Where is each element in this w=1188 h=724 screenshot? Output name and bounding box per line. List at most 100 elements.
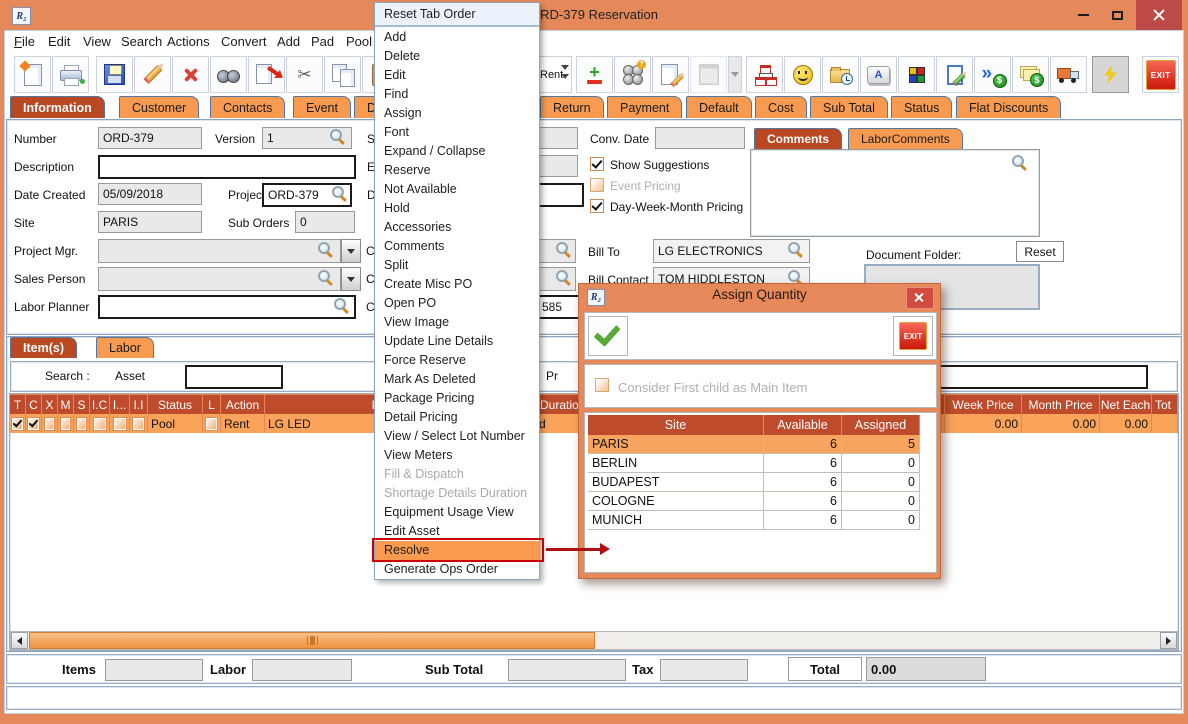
search-icon[interactable] (556, 270, 573, 287)
shortcut-key-button[interactable] (860, 56, 897, 93)
asset-search-input[interactable] (185, 365, 283, 389)
comments-search-icon[interactable] (1012, 155, 1029, 172)
project-mgr-field[interactable] (98, 239, 341, 263)
hierarchy-button[interactable] (746, 56, 783, 93)
assigned-cell[interactable]: 0 (842, 473, 920, 492)
conv-date-field[interactable] (655, 127, 745, 149)
menu-item-force-reserve[interactable]: Force Reserve (375, 351, 539, 370)
dialog-ok-button[interactable] (588, 316, 628, 356)
net-each-cell[interactable]: 0.00 (1100, 414, 1152, 433)
menu-item-reset-tab-order[interactable]: Reset Tab Order (375, 3, 539, 27)
available-cell[interactable]: 6 (764, 473, 842, 492)
menu-item-update-line-details[interactable]: Update Line Details (375, 332, 539, 351)
menu-file[interactable]: File (14, 34, 35, 49)
tab-cost[interactable]: Cost (755, 96, 807, 118)
assigned-column-header[interactable]: Assigned (842, 415, 920, 435)
sales-person-search-icon[interactable] (318, 270, 335, 287)
notes-button[interactable] (652, 56, 689, 93)
add-remove-button[interactable] (576, 56, 613, 93)
tab-default[interactable]: Default (686, 96, 752, 118)
scroll-left-button[interactable] (11, 632, 28, 649)
available-cell[interactable]: 6 (764, 511, 842, 530)
sales-person-dropdown[interactable] (341, 267, 361, 291)
column-header[interactable]: Month Price (1022, 394, 1100, 414)
menu-item-equipment-usage-view[interactable]: Equipment Usage View (375, 503, 539, 522)
row-checkbox[interactable] (12, 418, 23, 430)
assigned-cell[interactable]: 0 (842, 492, 920, 511)
row-checkbox[interactable] (133, 418, 144, 430)
menu-item-accessories[interactable]: Accessories (375, 218, 539, 237)
menu-item-generate-ops-order[interactable]: Generate Ops Order (375, 560, 539, 579)
menu-item-mark-as-deleted[interactable]: Mark As Deleted (375, 370, 539, 389)
week-price-cell[interactable]: 0.00 (945, 414, 1022, 433)
cut-button[interactable] (286, 56, 323, 93)
maximize-button[interactable] (1102, 0, 1132, 30)
column-header[interactable]: C (26, 394, 42, 414)
menu-item-open-po[interactable]: Open PO (375, 294, 539, 313)
contact-button[interactable] (784, 56, 821, 93)
menu-item-delete[interactable]: Delete (375, 47, 539, 66)
row-checkbox[interactable] (28, 418, 39, 430)
column-header[interactable]: I.I (130, 394, 148, 414)
menu-item-font[interactable]: Font (375, 123, 539, 142)
column-header[interactable]: Week Price (945, 394, 1022, 414)
exit-button[interactable]: EXIT (1142, 56, 1179, 93)
column-header[interactable]: Tot (1152, 394, 1178, 414)
status-cell[interactable]: Pool (148, 414, 203, 433)
project-mgr-search-icon[interactable] (318, 242, 335, 259)
site-column-header[interactable]: Site (588, 415, 764, 435)
menu-item-hold[interactable]: Hold (375, 199, 539, 218)
dialog-close-button[interactable] (906, 287, 934, 309)
menu-pad[interactable]: Pad (311, 34, 334, 49)
row-checkbox[interactable] (206, 418, 217, 430)
column-header[interactable]: L (203, 394, 221, 414)
menu-item-view-select-lot-number[interactable]: View / Select Lot Number (375, 427, 539, 446)
history-folder-button[interactable] (822, 56, 859, 93)
tab-items[interactable]: Item(s) (10, 337, 77, 358)
tab-comments[interactable]: Comments (754, 128, 842, 149)
edit-button[interactable] (134, 56, 171, 93)
project-search-icon[interactable] (332, 186, 349, 203)
row-checkbox[interactable] (61, 418, 70, 430)
delete-button[interactable] (172, 56, 209, 93)
menu-pool[interactable]: Pool (346, 34, 372, 49)
menu-item-find[interactable]: Find (375, 85, 539, 104)
group-button[interactable] (614, 56, 651, 93)
menu-item-expand-collapse[interactable]: Expand / Collapse (375, 142, 539, 161)
find-button[interactable] (210, 56, 247, 93)
search-icon[interactable] (556, 242, 573, 259)
column-header[interactable]: M (58, 394, 74, 414)
labor-planner-input[interactable] (98, 295, 356, 319)
tab-sub-total[interactable]: Sub Total (810, 96, 888, 118)
dialog-exit-button[interactable]: EXIT (893, 316, 933, 356)
print-button[interactable] (52, 56, 89, 93)
menu-actions[interactable]: Actions (167, 34, 210, 49)
menu-item-add[interactable]: Add (375, 28, 539, 47)
menu-search[interactable]: Search (121, 34, 162, 49)
action-cell[interactable]: Rent (221, 414, 265, 433)
invoice-button[interactable] (1012, 56, 1049, 93)
assigned-cell[interactable]: 5 (842, 435, 920, 454)
comments-box[interactable] (750, 149, 1040, 237)
tab-status[interactable]: Status (891, 96, 952, 118)
sales-person-field[interactable] (98, 267, 341, 291)
menu-item-view-meters[interactable]: View Meters (375, 446, 539, 465)
tab-customer[interactable]: Customer (119, 96, 199, 118)
site-cell[interactable]: MUNICH (588, 511, 764, 530)
tab-labor[interactable]: Labor (96, 337, 154, 358)
site-cell[interactable]: BUDAPEST (588, 473, 764, 492)
transfer-button[interactable] (1050, 56, 1087, 93)
column-header[interactable]: T (10, 394, 26, 414)
bill-to-search-icon[interactable] (788, 242, 805, 259)
close-button[interactable] (1136, 0, 1182, 30)
billing-forward-button[interactable] (974, 56, 1011, 93)
packages-button[interactable] (898, 56, 935, 93)
site-cell[interactable]: PARIS (588, 435, 764, 454)
show-suggestions-checkbox[interactable] (590, 157, 604, 171)
tab-event[interactable]: Event (293, 96, 351, 118)
minimize-button[interactable] (1068, 0, 1098, 30)
row-checkbox[interactable] (114, 418, 126, 430)
menu-item-edit[interactable]: Edit (375, 66, 539, 85)
save-button[interactable] (96, 56, 133, 93)
description-input[interactable] (98, 155, 356, 179)
